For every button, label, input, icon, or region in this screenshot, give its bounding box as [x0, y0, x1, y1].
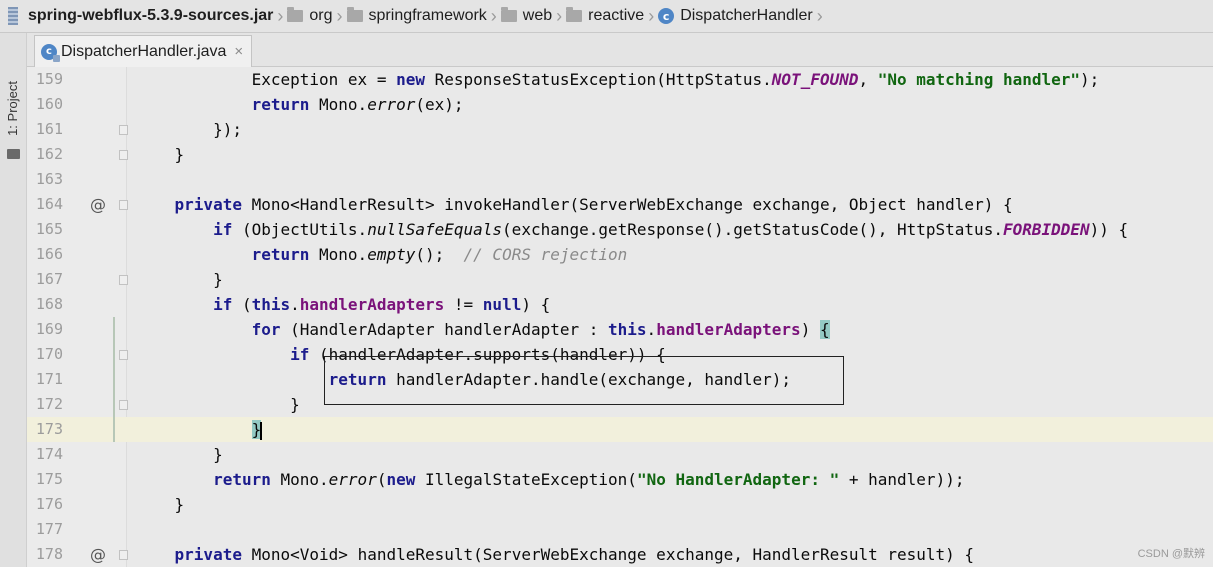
code-line[interactable]: 169 for (HandlerAdapter handlerAdapter :… — [27, 317, 1213, 342]
code-text[interactable]: private Mono<HandlerResult> invokeHandle… — [136, 192, 1013, 217]
code-line[interactable]: 178 @ private Mono<Void> handleResult(Ser… — [27, 542, 1213, 567]
jar-icon — [8, 7, 18, 25]
code-text[interactable]: if (ObjectUtils.nullSafeEquals(exchange.… — [136, 217, 1128, 242]
chevron-right-icon: › — [490, 5, 497, 26]
line-number[interactable]: 168 — [33, 292, 63, 317]
breadcrumb-package-springframework[interactable]: springframework › — [346, 0, 501, 33]
line-number[interactable]: 169 — [33, 317, 63, 342]
breadcrumb-package-label: org — [309, 7, 333, 24]
code-line[interactable]: 162 } — [27, 142, 1213, 167]
code-line[interactable]: 159 Exception ex = new ResponseStatusExc… — [27, 67, 1213, 92]
code-line[interactable]: 166 return Mono.empty(); // CORS rejecti… — [27, 242, 1213, 267]
code-text[interactable]: private Mono<Void> handleResult(ServerWe… — [136, 542, 975, 567]
code-text[interactable]: } — [136, 142, 185, 167]
code-text[interactable]: if (this.handlerAdapters != null) { — [136, 292, 550, 317]
code-line[interactable]: 175 return Mono.error(new IllegalStateEx… — [27, 467, 1213, 492]
code-text[interactable]: for (HandlerAdapter handlerAdapter : thi… — [136, 317, 830, 342]
line-number[interactable]: 171 — [33, 367, 63, 392]
project-folder-icon[interactable] — [7, 149, 20, 159]
line-number[interactable]: 167 — [33, 267, 63, 292]
line-number[interactable]: 159 — [33, 67, 63, 92]
code-line[interactable]: 173 } — [27, 417, 1213, 442]
fold-marker-icon[interactable] — [119, 400, 128, 410]
code-line[interactable]: 177 — [27, 517, 1213, 542]
vcs-change-marker[interactable] — [113, 317, 115, 442]
code-text[interactable]: }); — [136, 117, 242, 142]
class-icon: c — [658, 8, 675, 24]
tab-title: DispatcherHandler.java — [61, 42, 227, 60]
code-text[interactable]: } — [136, 392, 300, 417]
chevron-right-icon: › — [648, 5, 655, 26]
folder-icon — [566, 7, 583, 22]
code-line[interactable]: 165 if (ObjectUtils.nullSafeEquals(excha… — [27, 217, 1213, 242]
breadcrumb-class[interactable]: c DispatcherHandler › — [658, 0, 827, 33]
annotation-highlight-box — [324, 356, 844, 405]
line-number[interactable]: 165 — [33, 217, 63, 242]
folder-icon — [500, 7, 517, 22]
breadcrumb-package-label: springframework — [368, 7, 487, 24]
project-tool-button[interactable]: 1: Project — [5, 81, 20, 136]
line-number[interactable]: 160 — [33, 92, 63, 117]
breadcrumb-jar-label: spring-webflux-5.3.9-sources.jar — [28, 7, 274, 24]
chevron-right-icon: › — [277, 5, 284, 26]
fold-marker-icon[interactable] — [119, 150, 128, 160]
breadcrumb-package-reactive[interactable]: reactive › — [566, 0, 658, 33]
fold-marker-icon[interactable] — [119, 350, 128, 360]
code-text[interactable]: } — [136, 492, 185, 517]
override-marker-icon[interactable]: @ — [90, 192, 106, 217]
breadcrumb-package-org[interactable]: org › — [287, 0, 346, 33]
code-text[interactable]: } — [136, 442, 223, 467]
folder-icon — [287, 7, 304, 22]
line-number[interactable]: 174 — [33, 442, 63, 467]
code-line[interactable]: 163 — [27, 167, 1213, 192]
line-number[interactable]: 162 — [33, 142, 63, 167]
code-editor[interactable]: 159 Exception ex = new ResponseStatusExc… — [27, 67, 1213, 567]
tab-dispatcher-handler[interactable]: c DispatcherHandler.java × — [34, 35, 252, 67]
code-text[interactable]: return Mono.empty(); // CORS rejection — [136, 242, 628, 267]
line-number[interactable]: 173 — [33, 417, 63, 442]
line-number[interactable]: 178 — [33, 542, 63, 567]
code-line[interactable]: 176 } — [27, 492, 1213, 517]
code-text[interactable]: } — [136, 417, 263, 442]
line-number[interactable]: 177 — [33, 517, 63, 542]
fold-marker-icon[interactable] — [119, 200, 128, 210]
code-line[interactable]: 174 } — [27, 442, 1213, 467]
watermark: CSDN @默辨 — [1137, 548, 1205, 560]
code-text[interactable]: return Mono.error(new IllegalStateExcept… — [136, 467, 964, 492]
line-number[interactable]: 166 — [33, 242, 63, 267]
line-number[interactable]: 164 — [33, 192, 63, 217]
line-number[interactable]: 172 — [33, 392, 63, 417]
chevron-right-icon: › — [816, 5, 823, 26]
breadcrumb-class-label: DispatcherHandler — [680, 7, 813, 24]
tool-window-strip: 1: Project — [0, 33, 27, 567]
code-line[interactable]: 160 return Mono.error(ex); — [27, 92, 1213, 117]
code-line[interactable]: 161 }); — [27, 117, 1213, 142]
code-text[interactable]: return Mono.error(ex); — [136, 92, 464, 117]
line-number[interactable]: 175 — [33, 467, 63, 492]
line-number[interactable]: 163 — [33, 167, 63, 192]
line-number[interactable]: 170 — [33, 342, 63, 367]
breadcrumb-jar[interactable]: spring-webflux-5.3.9-sources.jar › — [8, 0, 287, 33]
chevron-right-icon: › — [336, 5, 343, 26]
line-number[interactable]: 161 — [33, 117, 63, 142]
java-class-icon: c — [41, 43, 60, 62]
code-text[interactable]: Exception ex = new ResponseStatusExcepti… — [136, 67, 1100, 92]
breadcrumb-package-label: web — [522, 7, 553, 24]
chevron-right-icon: › — [556, 5, 563, 26]
code-line[interactable]: 167 } — [27, 267, 1213, 292]
fold-marker-icon[interactable] — [119, 125, 128, 135]
code-line[interactable]: 164 @ private Mono<HandlerResult> invokeH… — [27, 192, 1213, 217]
code-text[interactable]: } — [136, 267, 223, 292]
fold-marker-icon[interactable] — [119, 275, 128, 285]
fold-marker-icon[interactable] — [119, 550, 128, 560]
close-icon[interactable]: × — [234, 43, 243, 60]
breadcrumb-package-web[interactable]: web › — [500, 0, 566, 33]
line-number[interactable]: 176 — [33, 492, 63, 517]
code-line[interactable]: 168 if (this.handlerAdapters != null) { — [27, 292, 1213, 317]
editor-tab-bar: c DispatcherHandler.java × — [27, 33, 1213, 67]
breadcrumb: spring-webflux-5.3.9-sources.jar › org ›… — [0, 0, 1213, 33]
breadcrumb-package-label: reactive — [588, 7, 645, 24]
folder-icon — [346, 7, 363, 22]
override-marker-icon[interactable]: @ — [90, 542, 106, 567]
